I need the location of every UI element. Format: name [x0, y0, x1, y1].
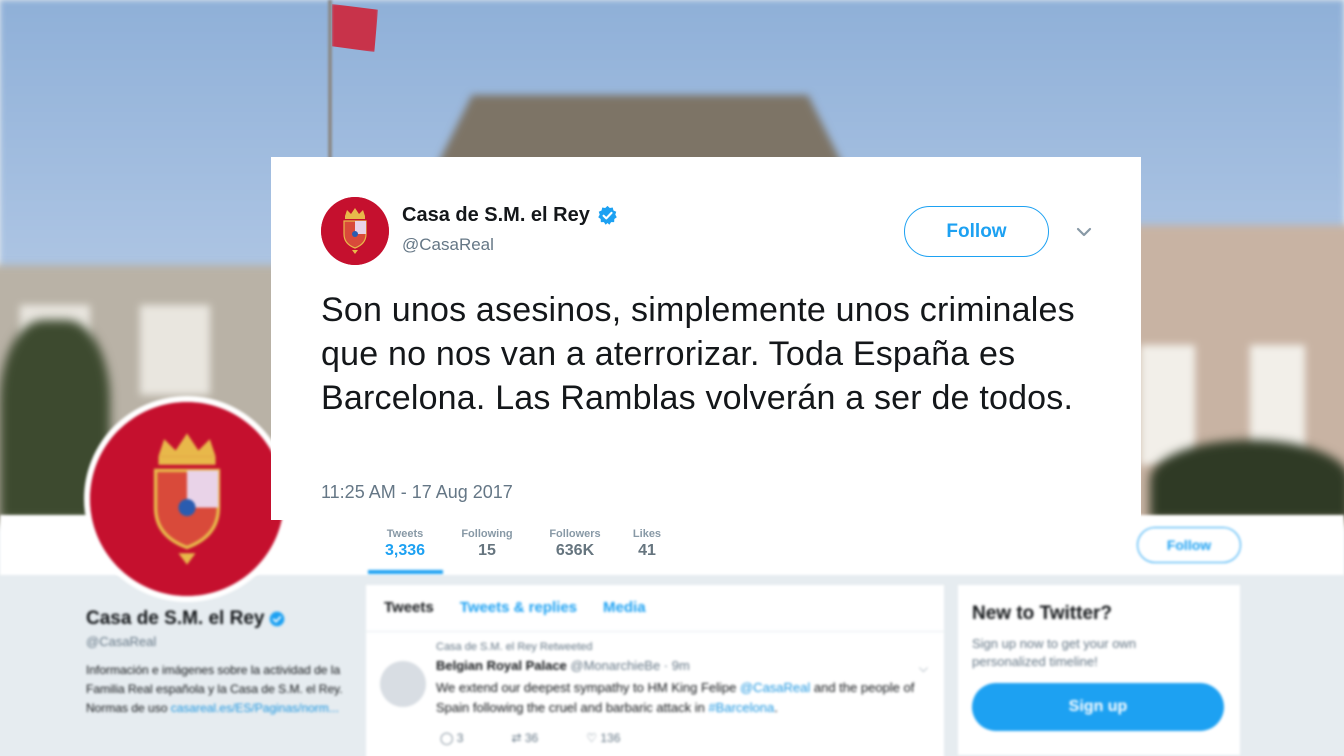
follow-button[interactable]: Follow — [904, 206, 1049, 257]
active-stat-underline — [368, 570, 443, 574]
author-name-row[interactable]: Casa de S.M. el Rey — [402, 204, 618, 227]
hashtag-link[interactable]: #Barcelona — [708, 700, 774, 715]
background-tree — [1150, 440, 1344, 520]
retweet-icon: ⇄ — [511, 731, 522, 745]
chevron-down-icon[interactable]: ⌵ — [919, 661, 928, 676]
profile-avatar[interactable] — [84, 396, 290, 602]
timeline-tabs: Tweets Tweets & replies Media — [366, 585, 944, 632]
like-button[interactable]: ♡ 136 — [586, 731, 620, 745]
author-handle: @MonarchieBe · 9m — [570, 658, 690, 673]
verified-badge-icon — [270, 611, 285, 627]
tab-media[interactable]: Media — [603, 599, 646, 631]
author-handle[interactable]: @CasaReal — [402, 235, 494, 255]
signup-button[interactable]: Sign up — [972, 683, 1224, 731]
avatar[interactable] — [380, 661, 426, 707]
reply-button[interactable]: ◯ 3 — [440, 731, 463, 745]
tweet-card: Casa de S.M. el Rey @CasaReal Follow Son… — [271, 157, 1141, 520]
like-count: 136 — [600, 731, 621, 745]
stat-likes[interactable]: Likes 41 — [630, 528, 664, 560]
retweet-context: Casa de S.M. el Rey Retweeted — [436, 641, 593, 653]
verified-badge-icon — [598, 205, 617, 225]
reply-icon: ◯ — [440, 731, 454, 745]
flag — [332, 4, 378, 52]
stat-value: 15 — [478, 542, 496, 559]
tweet-text: We extend our deepest sympathy to HM Kin… — [436, 680, 915, 715]
tweet-author[interactable]: Belgian Royal Palace @MonarchieBe · 9m — [436, 658, 690, 673]
flagpole — [328, 0, 332, 160]
tweet-actions: ◯ 3 ⇄ 36 ♡ 136 — [440, 731, 620, 745]
profile-handle: @CasaReal — [86, 634, 157, 649]
stat-following[interactable]: Following 15 — [455, 528, 519, 560]
signup-sidebar: New to Twitter? Sign up now to get your … — [958, 585, 1240, 755]
mention-link[interactable]: @CasaReal — [740, 680, 810, 695]
tab-tweets-replies[interactable]: Tweets & replies — [460, 599, 577, 631]
profile-bio-link[interactable]: casareal.es/ES/Paginas/norm... — [171, 701, 339, 715]
stat-value: 636K — [555, 542, 595, 559]
stat-value: 41 — [638, 542, 656, 559]
stat-label: Tweets — [386, 528, 424, 540]
background-follow-button[interactable]: Follow — [1137, 527, 1241, 563]
royal-crest-icon — [90, 402, 284, 596]
timeline: Tweets Tweets & replies Media Casa de S.… — [366, 585, 944, 756]
retweet-count: 36 — [524, 731, 539, 745]
like-icon: ♡ — [586, 731, 597, 745]
avatar[interactable] — [321, 197, 389, 265]
profile-name: Casa de S.M. el Rey — [86, 608, 265, 629]
stat-value: 3,336 — [384, 542, 426, 559]
stat-label: Likes — [632, 528, 662, 540]
stat-label: Following — [461, 528, 513, 540]
sidebar-text: Sign up now to get your own personalized… — [972, 636, 1137, 669]
stat-label: Followers — [549, 528, 601, 540]
profile-bio: Información e imágenes sobre la activida… — [86, 663, 343, 715]
reply-count: 3 — [456, 731, 464, 745]
author-name: Belgian Royal Palace — [436, 658, 567, 673]
profile-card: Casa de S.M. el Rey @CasaReal Informació… — [86, 608, 356, 718]
tweet-text: Son unos asesinos, simplemente unos crim… — [321, 291, 1075, 417]
retweet-button[interactable]: ⇄ 36 — [511, 731, 538, 745]
sidebar-title: New to Twitter? — [972, 603, 1113, 624]
chevron-down-icon[interactable] — [1073, 223, 1095, 241]
royal-crest-icon — [321, 197, 389, 265]
tab-tweets[interactable]: Tweets — [384, 599, 434, 631]
stat-followers[interactable]: Followers 636K — [544, 528, 606, 560]
stat-tweets[interactable]: Tweets 3,336 — [380, 528, 430, 560]
tweet-timestamp[interactable]: 11:25 AM - 17 Aug 2017 — [321, 482, 513, 503]
author-name: Casa de S.M. el Rey — [402, 204, 590, 226]
